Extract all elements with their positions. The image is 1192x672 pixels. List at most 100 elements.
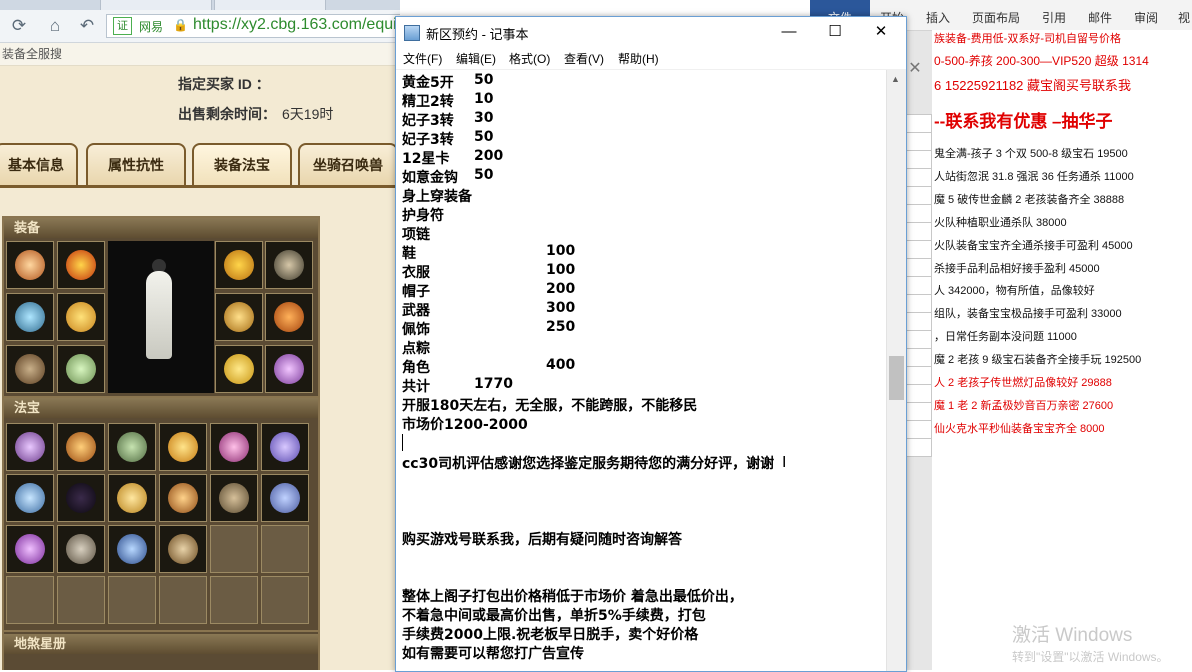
fabao-slot[interactable]	[6, 474, 54, 522]
equip-slot[interactable]	[265, 345, 313, 393]
time-value: 6天19时	[282, 106, 334, 122]
tab-mount-pet[interactable]: 坐骑召唤兽	[298, 143, 398, 185]
line-value: 100	[546, 243, 576, 259]
line-value: 50	[474, 167, 494, 183]
fabao-slot[interactable]	[159, 423, 207, 471]
scroll-up-icon[interactable]: ▲	[891, 74, 900, 84]
fabao-slot[interactable]	[108, 525, 156, 573]
gutter-cell	[906, 330, 932, 349]
ribbon-tab-layout[interactable]: 页面布局	[972, 9, 1020, 26]
menu-edit[interactable]: 编辑(E)	[456, 50, 496, 67]
equip-slot[interactable]	[57, 241, 105, 289]
fabao-slot[interactable]	[261, 423, 309, 471]
word-line: 人站街忽泯 31.8 强泯 36 任务通杀 11000	[934, 171, 1134, 183]
text-line: 武器 300	[402, 300, 575, 320]
gutter-cell	[906, 150, 932, 169]
fabao-slot-empty	[6, 576, 54, 624]
fabao-slot[interactable]	[210, 423, 258, 471]
bookmark-bar: 装备全服搜	[0, 43, 400, 66]
fabao-slot[interactable]	[159, 474, 207, 522]
evaluation-line: cc30司机评估感谢您选择鉴定服务期待您的满分好评，谢谢	[402, 456, 775, 472]
text-line: 妃子3转 30	[402, 110, 493, 130]
word-document: 族装备-费用低-双系好-司机自留号价格 0-500-养孩 200-300—VIP…	[932, 30, 1192, 670]
menu-help[interactable]: 帮助(H)	[618, 50, 659, 67]
fabao-slot-empty	[159, 576, 207, 624]
gutter-cell	[906, 438, 932, 457]
activate-windows-subtitle: 转到"设置"以激活 Windows。	[1012, 650, 1169, 664]
gutter-cell	[906, 240, 932, 259]
fabao-slot[interactable]	[210, 474, 258, 522]
fabao-slot[interactable]	[108, 423, 156, 471]
scrollbar-thumb[interactable]	[889, 356, 904, 400]
text-line: 市场价1200-2000	[402, 417, 528, 433]
word-gutter	[906, 58, 932, 670]
fabao-slot[interactable]	[159, 525, 207, 573]
gutter-cell	[906, 384, 932, 403]
text-line: 12星卡 200	[402, 148, 503, 168]
fabao-slot[interactable]	[57, 423, 105, 471]
equip-slot[interactable]	[265, 241, 313, 289]
equip-slot[interactable]	[6, 293, 54, 341]
fabao-slot[interactable]	[261, 474, 309, 522]
equip-slot[interactable]	[215, 293, 263, 341]
browser-window: ⟳ ⌂ ↶ 证 网易 🔒 https://xy2.cbg.163.com/equ…	[0, 0, 400, 670]
gutter-cell	[906, 186, 932, 205]
notepad-titlebar[interactable]: 新区预约 - 记事本 — ☐ ✕	[396, 17, 906, 47]
minimize-button[interactable]: —	[766, 17, 812, 47]
close-icon[interactable]: ✕	[904, 58, 926, 80]
notepad-text-area[interactable]: 黄金5开 50 精卫2转 10 妃子3转 30 妃子3转 50 12星卡 200 如意金钩…	[396, 70, 886, 671]
gutter-cell	[906, 294, 932, 313]
ribbon-tab-review[interactable]: 审阅	[1134, 9, 1158, 26]
line-label: 衣服	[402, 265, 430, 281]
line-value: 300	[546, 300, 576, 316]
gutter-cell	[906, 312, 932, 331]
line-label: 鞋	[402, 246, 416, 262]
gutter-cell	[906, 366, 932, 385]
gutter-cell	[906, 132, 932, 151]
fabao-slot[interactable]	[6, 423, 54, 471]
fabao-slot[interactable]	[6, 525, 54, 573]
menu-file[interactable]: 文件(F)	[403, 50, 442, 67]
lock-icon: 🔒	[173, 18, 188, 32]
word-line: 仙火克水平秒仙装备宝宝齐全 8000	[934, 423, 1105, 435]
fabao-slot[interactable]	[57, 525, 105, 573]
equip-slot[interactable]	[6, 241, 54, 289]
star-title: 地煞星册	[4, 634, 318, 654]
line-value: 100	[546, 262, 576, 278]
word-line: 人 342000，物有所值，品像较好	[934, 285, 1095, 297]
address-bar: ⟳ ⌂ ↶ 证 网易 🔒 https://xy2.cbg.163.com/equ…	[0, 10, 400, 43]
line-label: 黄金5开	[402, 75, 454, 91]
back-icon[interactable]: ↶	[76, 16, 98, 36]
home-icon[interactable]: ⌂	[44, 16, 66, 36]
ribbon-tab-mailings[interactable]: 邮件	[1088, 9, 1112, 26]
refresh-icon[interactable]: ⟳	[8, 16, 30, 36]
equip-slot[interactable]	[57, 293, 105, 341]
close-button[interactable]: ✕	[858, 17, 904, 47]
closing-line: 如有需要可以帮您打广告宣传	[402, 646, 584, 662]
menu-view[interactable]: 查看(V)	[564, 50, 604, 67]
equip-slot[interactable]	[215, 241, 263, 289]
equip-slot[interactable]	[57, 345, 105, 393]
ribbon-tab-references[interactable]: 引用	[1042, 9, 1066, 26]
menu-format[interactable]: 格式(O)	[509, 50, 550, 67]
closing-line: 手续费2000上限.祝老板早日脱手，卖个好价格	[402, 627, 699, 643]
word-line: 魔 5 破传世金麟 2 老孩装备齐全 38888	[934, 194, 1125, 206]
word-line: 鬼全满-孩子 3 个双 500-8 级宝石 19500	[934, 148, 1128, 160]
maximize-button[interactable]: ☐	[812, 17, 858, 47]
tab-basic-info[interactable]: 基本信息	[0, 143, 78, 185]
vertical-scrollbar[interactable]: ▲	[886, 70, 906, 671]
equip-slot[interactable]	[265, 293, 313, 341]
equip-slot[interactable]	[215, 345, 263, 393]
url-field[interactable]: 证 网易 🔒 https://xy2.cbg.163.com/equip	[106, 14, 400, 38]
tab-attributes[interactable]: 属性抗性	[86, 143, 186, 185]
line-value: 200	[546, 281, 576, 297]
site-name: 网易	[139, 20, 164, 34]
tab-equipment[interactable]: 装备法宝	[192, 143, 292, 185]
fabao-slot[interactable]	[108, 474, 156, 522]
ribbon-tab-view[interactable]: 视	[1178, 9, 1190, 26]
bookmark-item[interactable]: 装备全服搜	[0, 47, 62, 61]
line-label: 点粽	[402, 341, 430, 357]
fabao-slot[interactable]	[57, 474, 105, 522]
equip-slot[interactable]	[6, 345, 54, 393]
ribbon-tab-insert[interactable]: 插入	[926, 9, 950, 26]
